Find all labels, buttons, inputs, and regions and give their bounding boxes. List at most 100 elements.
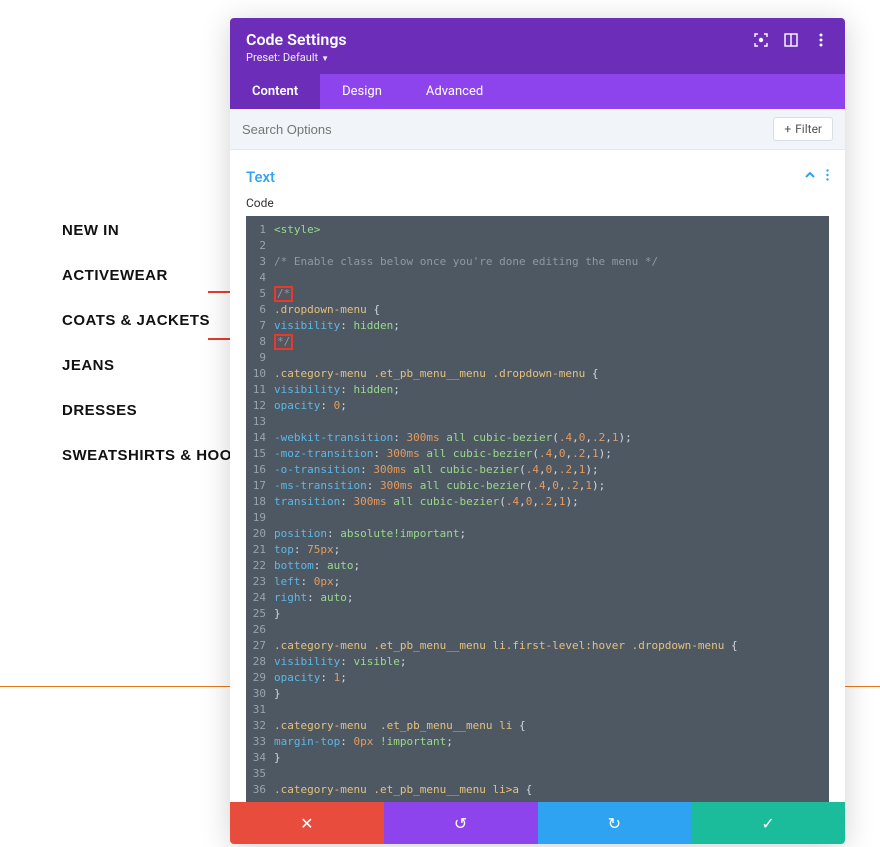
code-line[interactable]: 30} — [246, 686, 829, 702]
line-content: .category-menu .et_pb_menu__menu li.firs… — [274, 638, 829, 654]
more-icon[interactable] — [826, 169, 829, 185]
sidebar-item[interactable]: COATS & JACKETS — [62, 312, 222, 329]
line-number: 7 — [246, 318, 274, 334]
line-number: 28 — [246, 654, 274, 670]
code-line[interactable]: 23left: 0px; — [246, 574, 829, 590]
code-line[interactable]: 36.category-menu .et_pb_menu__menu li>a … — [246, 782, 829, 798]
line-number: 5 — [246, 286, 274, 302]
preset-dropdown[interactable]: Preset: Default▼ — [246, 51, 347, 64]
cancel-button[interactable]: ✕ — [230, 802, 384, 844]
modal-title: Code Settings — [246, 30, 347, 49]
code-line[interactable]: 21top: 75px; — [246, 542, 829, 558]
code-editor[interactable]: 1<style>23/* Enable class below once you… — [246, 216, 829, 802]
code-line[interactable]: 12opacity: 0; — [246, 398, 829, 414]
code-line[interactable]: 22bottom: auto; — [246, 558, 829, 574]
code-line[interactable]: 9 — [246, 350, 829, 366]
code-line[interactable]: 27.category-menu .et_pb_menu__menu li.fi… — [246, 638, 829, 654]
code-line[interactable]: 2 — [246, 238, 829, 254]
line-number: 30 — [246, 686, 274, 702]
line-number: 35 — [246, 766, 274, 782]
line-content: -ms-transition: 300ms all cubic-bezier(.… — [274, 478, 829, 494]
line-number: 23 — [246, 574, 274, 590]
line-content: opacity: 0; — [274, 398, 829, 414]
text-section: Text Code 1<style>23/* Enable class belo… — [230, 150, 845, 802]
code-line[interactable]: 24right: auto; — [246, 590, 829, 606]
code-line[interactable]: 14-webkit-transition: 300ms all cubic-be… — [246, 430, 829, 446]
line-content: */ — [274, 334, 829, 350]
code-line[interactable]: 32.category-menu .et_pb_menu__menu li { — [246, 718, 829, 734]
undo-icon: ↺ — [454, 814, 467, 833]
code-line[interactable]: 19 — [246, 510, 829, 526]
line-content — [274, 350, 829, 366]
redo-icon: ↻ — [608, 814, 621, 833]
line-content: margin-top: 0px !important; — [274, 734, 829, 750]
code-line[interactable]: 25} — [246, 606, 829, 622]
filter-button[interactable]: + Filter — [773, 117, 833, 141]
tab-content[interactable]: Content — [230, 74, 320, 109]
line-content: } — [274, 606, 829, 622]
code-line[interactable]: 11visibility: hidden; — [246, 382, 829, 398]
code-line[interactable]: 28visibility: visible; — [246, 654, 829, 670]
code-line[interactable]: 15-moz-transition: 300ms all cubic-bezie… — [246, 446, 829, 462]
line-number: 4 — [246, 270, 274, 286]
code-line[interactable]: 26 — [246, 622, 829, 638]
code-line[interactable]: 3/* Enable class below once you're done … — [246, 254, 829, 270]
code-line[interactable]: 13 — [246, 414, 829, 430]
code-line[interactable]: 1<style> — [246, 222, 829, 238]
code-line[interactable]: 8*/ — [246, 334, 829, 350]
line-number: 33 — [246, 734, 274, 750]
code-line[interactable]: 5/* — [246, 286, 829, 302]
line-content: visibility: visible; — [274, 654, 829, 670]
code-line[interactable]: 20position: absolute!important; — [246, 526, 829, 542]
tab-bar: Content Design Advanced — [230, 74, 845, 109]
line-number: 29 — [246, 670, 274, 686]
sidebar-item[interactable]: DRESSES — [62, 402, 222, 419]
line-number: 36 — [246, 782, 274, 798]
line-content: transition: 300ms all cubic-bezier(.4,0,… — [274, 494, 829, 510]
line-content: -o-transition: 300ms all cubic-bezier(.4… — [274, 462, 829, 478]
search-input[interactable] — [242, 122, 597, 137]
focus-icon[interactable] — [753, 32, 769, 48]
code-line[interactable]: 31 — [246, 702, 829, 718]
code-line[interactable]: 16-o-transition: 300ms all cubic-bezier(… — [246, 462, 829, 478]
sidebar-category-menu: NEW IN ACTIVEWEAR COATS & JACKETS JEANS … — [62, 222, 222, 492]
line-number: 12 — [246, 398, 274, 414]
search-row: + Filter — [230, 109, 845, 150]
sidebar-item[interactable]: JEANS — [62, 357, 222, 374]
tab-advanced[interactable]: Advanced — [404, 74, 505, 109]
line-content: right: auto; — [274, 590, 829, 606]
line-number: 32 — [246, 718, 274, 734]
confirm-button[interactable]: ✓ — [691, 802, 845, 844]
more-icon[interactable] — [813, 32, 829, 48]
code-line[interactable]: 6.dropdown-menu { — [246, 302, 829, 318]
line-content: top: 75px; — [274, 542, 829, 558]
line-number: 3 — [246, 254, 274, 270]
redo-button[interactable]: ↻ — [538, 802, 692, 844]
code-line[interactable]: 34} — [246, 750, 829, 766]
line-content: left: 0px; — [274, 574, 829, 590]
code-line[interactable]: 17-ms-transition: 300ms all cubic-bezier… — [246, 478, 829, 494]
code-line[interactable]: 18transition: 300ms all cubic-bezier(.4,… — [246, 494, 829, 510]
code-line[interactable]: 35 — [246, 766, 829, 782]
line-number: 27 — [246, 638, 274, 654]
tab-design[interactable]: Design — [320, 74, 404, 109]
line-content: visibility: hidden; — [274, 318, 829, 334]
code-line[interactable]: 33margin-top: 0px !important; — [246, 734, 829, 750]
code-line[interactable]: 29opacity: 1; — [246, 670, 829, 686]
code-line[interactable]: 10.category-menu .et_pb_menu__menu .drop… — [246, 366, 829, 382]
code-line[interactable]: 4 — [246, 270, 829, 286]
line-content: -webkit-transition: 300ms all cubic-bezi… — [274, 430, 829, 446]
sidebar-item[interactable]: ACTIVEWEAR — [62, 267, 222, 284]
code-settings-modal: Code Settings Preset: Default▼ Content D… — [230, 18, 845, 844]
collapse-icon[interactable] — [804, 169, 816, 185]
code-line[interactable]: 7visibility: hidden; — [246, 318, 829, 334]
columns-icon[interactable] — [783, 32, 799, 48]
sidebar-item[interactable]: SWEATSHIRTS & HOODIE — [62, 447, 222, 464]
footer-actions: ✕ ↺ ↻ ✓ — [230, 802, 845, 844]
close-icon: ✕ — [300, 814, 313, 833]
sidebar-item[interactable]: NEW IN — [62, 222, 222, 239]
line-number: 19 — [246, 510, 274, 526]
line-number: 10 — [246, 366, 274, 382]
undo-button[interactable]: ↺ — [384, 802, 538, 844]
line-content: } — [274, 686, 829, 702]
